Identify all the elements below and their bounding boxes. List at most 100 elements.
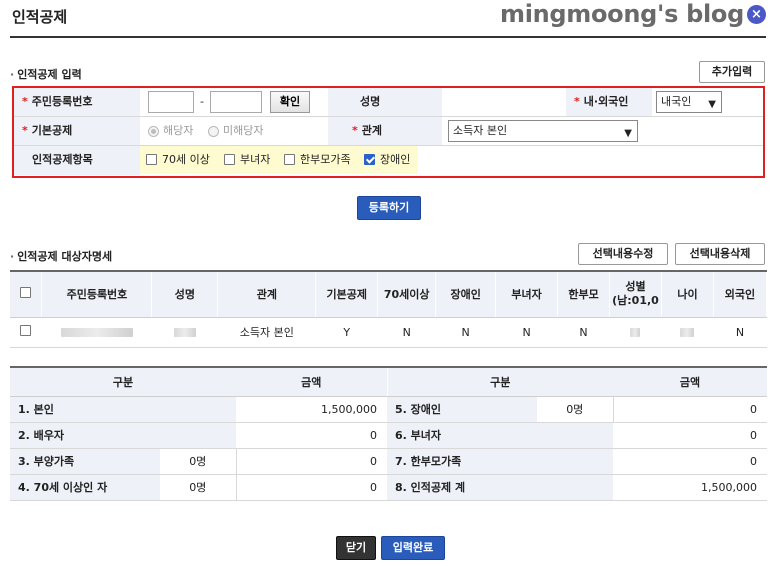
col-over70: 70세이상 [377,271,437,318]
chevron-down-icon: ▼ [624,128,632,139]
over70-label: 70세 이상 [162,153,210,166]
basic-no-label: 미해당자 [223,124,264,137]
col-woman: 부녀자 [495,271,559,318]
add-input-button[interactable]: 추가입력 [699,61,765,83]
redacted-rrn [60,328,133,337]
summary-self-amount: 1,500,000 [236,396,387,423]
table-row[interactable]: 소득자 본인 Y N N N N N [10,317,767,348]
rrn-back-input[interactable] [210,91,262,113]
summary-woman-amount: 0 [613,422,767,449]
close-button[interactable]: 닫기 [336,536,376,560]
input-section-title: 인적공제 입력 [10,66,82,82]
summary-row: 3. 부양가족 0명 0 7. 한부모가족 0 [10,448,767,475]
select-all-checkbox[interactable] [20,287,32,299]
basic-no-radio[interactable] [208,126,219,137]
row-foreign: N [713,317,767,348]
deduction-items-label: 인적공제항목 [14,146,140,175]
summary-over70-label: 4. 70세 이상인 자 [10,474,160,501]
summary-woman-label: 6. 부녀자 [387,422,613,449]
edit-selected-button[interactable]: 선택내용수정 [578,243,668,265]
input-form: * 주민등록번호 - 확인 성명 * 내·외국인 내국인 ▼ * 기본공제 해당자 미해… [12,86,765,178]
relation-label: * 관계 [328,117,442,145]
summary-row: 4. 70세 이상인 자 0명 0 8. 인적공제 계 1,500,000 [10,474,767,501]
summary-total-label: 8. 인적공제 계 [387,474,613,501]
col-rrn: 주민등록번호 [41,271,153,318]
deduction-items-area: 70세 이상 부녀자 한부모가족 장애인 [140,146,418,174]
redacted-gender [630,328,641,337]
basic-yes-label: 해당자 [163,124,194,137]
redacted-age [680,328,695,337]
form-row-items: 인적공제항목 70세 이상 부녀자 한부모가족 장애인 [14,146,763,175]
summary-spouse-label: 2. 배우자 [10,422,236,449]
disabled-label: 장애인 [380,153,411,166]
rrn-label: * 주민등록번호 [14,88,140,116]
col-single: 한부모 [557,271,610,318]
summary-dependents-count: 0명 [160,448,236,475]
chevron-down-icon: ▼ [708,99,716,110]
name-label: 성명 [328,88,442,116]
row-age-cell [661,317,714,348]
register-button[interactable]: 등록하기 [357,196,421,220]
col-relation: 관계 [217,271,317,318]
col-age: 나이 [661,271,714,318]
summary-self-label: 1. 본인 [10,396,236,423]
rrn-confirm-button[interactable]: 확인 [270,91,310,113]
row-relation: 소득자 본인 [217,317,316,348]
nationality-select[interactable]: 내국인 ▼ [656,91,722,113]
basic-deduction-label: * 기본공제 [14,117,140,145]
summary-over70-amount: 0 [235,474,387,501]
summary-row: 2. 배우자 0 6. 부녀자 0 [10,422,767,449]
summary-spouse-amount: 0 [236,422,387,449]
col-disabled: 장애인 [435,271,497,318]
col-gender: 성별 (남:01,0 [609,271,662,318]
summary-disabled-count: 0명 [537,396,613,423]
single-parent-checkbox[interactable] [284,154,295,165]
over70-checkbox[interactable] [146,154,157,165]
col-basic: 기본공제 [315,271,379,318]
basic-yes-radio[interactable] [148,126,159,137]
summary-col-amount-left: 금액 [236,367,387,397]
summary-disabled-amount: 0 [612,396,767,423]
list-section-title: 인적공제 대상자명세 [10,248,112,264]
close-icon[interactable]: × [747,5,766,24]
blog-watermark: mingmoong's blog [499,0,744,28]
row-over70: N [377,317,436,348]
disabled-checkbox[interactable] [364,154,375,165]
complete-button[interactable]: 입력완료 [381,536,445,560]
rrn-dash: - [200,95,204,108]
rrn-front-input[interactable] [148,91,194,113]
name-value [442,88,566,116]
summary-single-parent-amount: 0 [613,448,767,475]
redacted-name [173,328,196,337]
summary-single-parent-label: 7. 한부모가족 [387,448,613,475]
relation-select[interactable]: 소득자 본인 ▼ [448,120,638,142]
form-row-basic: * 기본공제 해당자 미해당자 * 관계 소득자 본인 ▼ [14,117,763,146]
col-foreign: 외국인 [713,271,768,318]
row-gender-cell [609,317,662,348]
summary-col-amount-right: 금액 [613,367,767,397]
title-bar: 인적공제 mingmoong's blog × [10,0,766,38]
delete-selected-button[interactable]: 선택내용삭제 [675,243,765,265]
row-checkbox[interactable] [20,325,32,336]
summary-col-category-left: 구분 [10,367,236,397]
woman-label: 부녀자 [240,153,271,166]
summary-dependents-amount: 0 [235,448,387,475]
deduction-list-table: 주민등록번호 성명 관계 기본공제 70세이상 장애인 부녀자 한부모 성별 (… [10,270,768,348]
summary-over70-count: 0명 [160,474,236,501]
woman-checkbox[interactable] [224,154,235,165]
summary-dependents-label: 3. 부양가족 [10,448,160,475]
nationality-label: * 내·외국인 [566,88,652,116]
summary-disabled-label: 5. 장애인 [387,396,537,423]
row-woman: N [495,317,558,348]
table-header-row: 주민등록번호 성명 관계 기본공제 70세이상 장애인 부녀자 한부모 성별 (… [10,271,768,318]
row-select-cell [10,317,42,348]
single-parent-label: 한부모가족 [300,153,351,166]
select-all-cell [10,271,43,318]
summary-header-row: 구분 금액 구분 금액 [10,367,767,397]
summary-table: 구분 금액 구분 금액 1. 본인 1,500,000 5. 장애인 0명 0 … [10,366,767,501]
row-rrn-cell [41,317,152,348]
row-basic: Y [315,317,378,348]
page-title: 인적공제 [12,8,68,26]
summary-total-amount: 1,500,000 [613,474,767,501]
form-row-rrn: * 주민등록번호 - 확인 성명 * 내·외국인 내국인 ▼ [14,88,763,117]
